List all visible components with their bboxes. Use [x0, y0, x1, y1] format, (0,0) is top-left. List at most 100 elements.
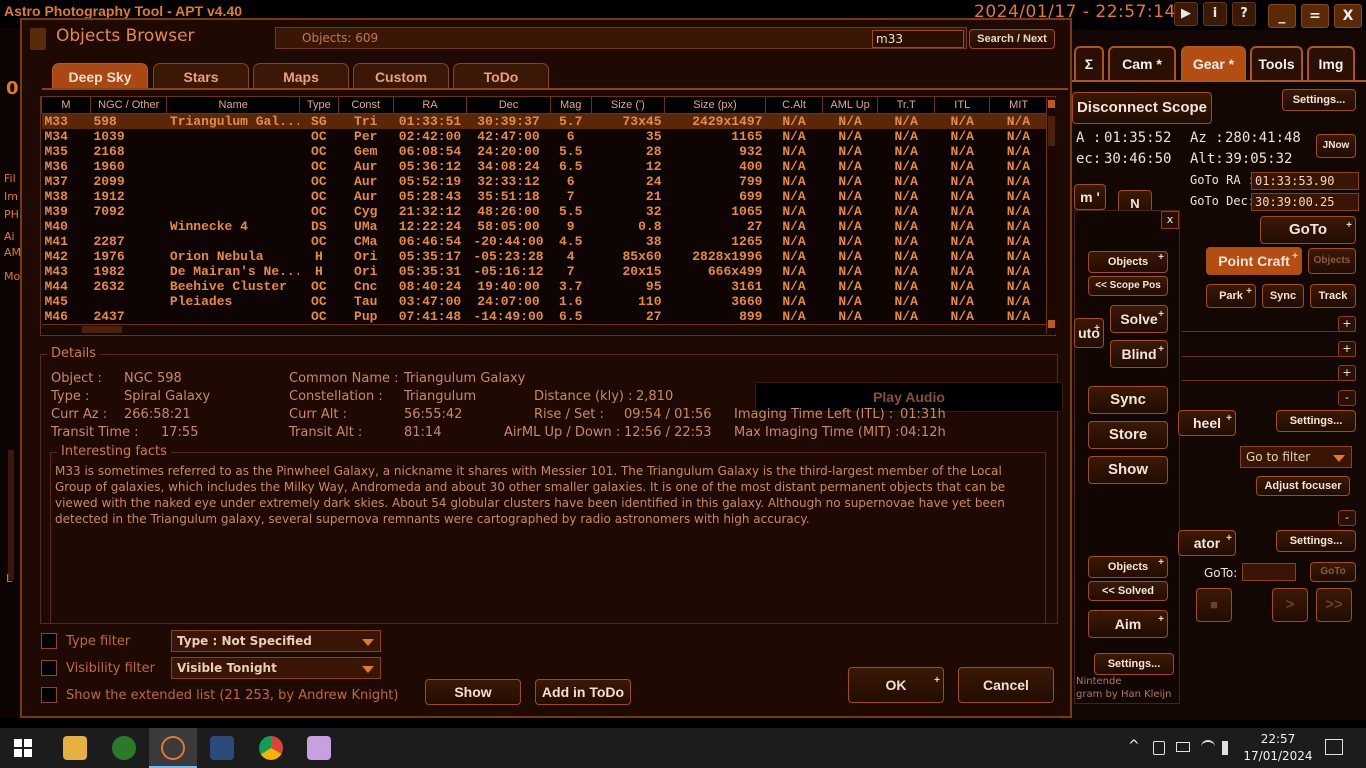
expand-plus-3[interactable]: + — [1338, 365, 1356, 381]
table-row[interactable]: M39 7092 OC Cyg 21:32:12 48:26:00 5.5 32 1065 N/A… — [42, 204, 1048, 219]
solve-button[interactable]: Solve — [1110, 302, 1168, 333]
table-row[interactable]: M33 598 Triangulum Gal... SG Tri 01:33:51 30:3… — [41, 113, 1047, 129]
column-header[interactable]: RA — [392, 97, 467, 114]
track-button[interactable]: Track — [1310, 284, 1356, 308]
table-horizontal-scrollbar[interactable] — [42, 324, 1046, 334]
file-explorer-icon[interactable] — [63, 736, 87, 760]
column-header[interactable]: MIT — [989, 97, 1047, 114]
add-todo-button[interactable]: Add in ToDo — [535, 679, 631, 705]
extended-list-checkbox[interactable] — [41, 687, 57, 703]
adjust-focuser-button[interactable]: Adjust focuser — [1256, 476, 1350, 496]
chrome-icon[interactable] — [259, 736, 283, 760]
scope-pos-button[interactable]: << Scope Pos — [1088, 276, 1168, 296]
tab-tools[interactable]: Tools — [1250, 46, 1303, 80]
blind-button[interactable]: Blind — [1110, 337, 1168, 368]
notifications-icon[interactable] — [1325, 739, 1343, 755]
tab-deep-sky[interactable]: Deep Sky — [52, 63, 148, 89]
table-row[interactable]: M36 1960 OC Aur 05:36:12 34:08:24 6.5 12 400 N/A N… — [42, 159, 1048, 174]
m-button[interactable]: m ' — [1074, 184, 1106, 210]
type-filter-dropdown[interactable]: Type : Not Specified — [171, 630, 381, 652]
app-green-icon[interactable] — [112, 736, 136, 760]
objects-side-button[interactable]: Objects — [1308, 248, 1356, 274]
cancel-button[interactable]: Cancel — [958, 667, 1054, 703]
battery-icon[interactable] — [1176, 742, 1190, 752]
show-button[interactable]: Show — [425, 679, 521, 705]
table-row[interactable]: M34 1039 OC Per 02:42:00 42:47:00 6 35 1165 N/A N/… — [42, 129, 1048, 144]
objects-table[interactable]: M NGC / Other Name Type Const RA Dec Mag Size ('… — [40, 96, 1056, 336]
point-craft-button[interactable]: Point Craft — [1206, 244, 1302, 275]
scroll-up-icon[interactable] — [1048, 100, 1055, 108]
visibility-filter-dropdown[interactable]: Visible Tonight — [171, 657, 381, 679]
column-header[interactable]: Tr.T — [877, 97, 935, 114]
table-row[interactable]: M35 2168 OC Gem 06:08:54 24:20:00 5.5 28 932 N/A N… — [42, 144, 1048, 159]
tab-cam[interactable]: Cam * — [1108, 46, 1176, 80]
filter-wheel-button[interactable]: heel — [1178, 407, 1236, 436]
tab-stars[interactable]: Stars — [153, 63, 249, 89]
tab-todo[interactable]: ToDo — [453, 63, 549, 89]
hscroll-thumb[interactable] — [82, 326, 122, 333]
settings-button-2[interactable]: Settings... — [1094, 653, 1174, 675]
column-header[interactable]: Dec — [466, 97, 551, 114]
stop-button[interactable]: ■ — [1196, 588, 1232, 622]
collapse-minus-2[interactable]: - — [1338, 510, 1356, 526]
sync-small-button[interactable]: Sync — [1262, 284, 1304, 308]
maximize-button[interactable]: = — [1301, 4, 1329, 28]
park-button[interactable]: Park — [1206, 281, 1256, 308]
table-row[interactable]: M41 2287 OC CMa 06:46:54 -20:44:00 4.5 38 1265 N/… — [42, 234, 1048, 249]
column-header[interactable]: Size (') — [590, 97, 665, 114]
chevron-up-icon[interactable]: ^ — [1128, 738, 1140, 754]
column-header[interactable]: AML Up — [822, 97, 878, 114]
info-icon[interactable]: i — [1203, 2, 1227, 26]
table-row[interactable]: M37 2099 OC Aur 05:52:19 32:33:12 6 24 799 N/A N/A… — [42, 174, 1048, 189]
column-header[interactable]: Name — [166, 97, 300, 114]
device-icon[interactable] — [1153, 741, 1165, 755]
rotator-goto-field[interactable] — [1242, 563, 1296, 581]
column-header[interactable]: Size (px) — [664, 97, 766, 114]
volume-icon[interactable] — [1222, 741, 1234, 755]
objects-button-2[interactable]: Objects — [1088, 553, 1168, 578]
ok-button[interactable]: OK — [848, 664, 944, 703]
subpanel-close-icon[interactable]: x — [1161, 211, 1179, 229]
table-row[interactable]: M42 1976 Orion Nebula H Ori 05:35:17 -05:23:28… — [42, 249, 1048, 264]
search-input[interactable] — [872, 30, 964, 48]
table-row[interactable]: M44 2632 Beehive Cluster OC Cnc 08:40:24 19:40… — [42, 279, 1048, 294]
type-filter-checkbox[interactable] — [41, 633, 57, 649]
wifi-icon[interactable] — [1201, 740, 1215, 754]
show-button-side[interactable]: Show — [1088, 456, 1168, 484]
table-row[interactable]: M40 Winnecke 4 DS UMa 12:22:24 58:05:00 9 0.8 27… — [42, 219, 1048, 234]
collapse-minus-1[interactable]: - — [1338, 390, 1356, 406]
scope-settings-button[interactable]: Settings... — [1282, 89, 1356, 111]
store-button[interactable]: Store — [1088, 421, 1168, 449]
column-header[interactable]: M — [41, 97, 91, 114]
grid-app-icon[interactable] — [210, 736, 234, 760]
play-icon[interactable]: ▶ — [1174, 2, 1198, 26]
column-header[interactable]: Const — [337, 97, 394, 114]
disconnect-scope-button[interactable]: Disconnect Scope — [1072, 92, 1212, 124]
apt-taskbar-active[interactable] — [149, 728, 197, 768]
help-icon[interactable]: ? — [1232, 2, 1256, 26]
scroll-thumb[interactable] — [1048, 116, 1055, 146]
solved-button[interactable]: << Solved — [1088, 581, 1168, 601]
search-next-button[interactable]: Search / Next — [969, 29, 1055, 49]
next-button[interactable]: > — [1272, 588, 1308, 622]
visibility-filter-checkbox[interactable] — [41, 660, 57, 676]
table-row[interactable]: M46 2437 OC Pup 07:41:48 -14:49:00 6.5 27 899 N/A… — [42, 309, 1048, 324]
sync-button[interactable]: Sync — [1088, 386, 1168, 414]
column-header[interactable]: NGC / Other — [89, 97, 167, 114]
paint-icon[interactable] — [307, 736, 331, 760]
expand-plus-1[interactable]: + — [1338, 316, 1356, 332]
goto-button[interactable]: GoTo — [1260, 213, 1356, 244]
scroll-down-icon[interactable] — [1048, 320, 1055, 328]
objects-button-1[interactable]: Objects — [1088, 248, 1168, 273]
column-header[interactable]: ITL — [934, 97, 990, 114]
rotator-goto-button[interactable]: GoTo — [1310, 562, 1356, 582]
jnow-button[interactable]: JNow — [1316, 134, 1356, 158]
taskbar-time[interactable]: 22:57 — [1248, 732, 1308, 746]
rotator-button[interactable]: ator — [1178, 527, 1236, 556]
tab-img[interactable]: Img — [1307, 46, 1355, 80]
close-button[interactable]: X — [1334, 4, 1362, 28]
table-row[interactable]: M38 1912 OC Aur 05:28:43 35:51:18 7 21 699 N/A N/A… — [42, 189, 1048, 204]
goto-ra-field[interactable]: 01:33:53.90 — [1251, 172, 1359, 190]
rotator-settings-button[interactable]: Settings... — [1276, 530, 1356, 552]
auto-button[interactable]: uto — [1074, 315, 1104, 348]
